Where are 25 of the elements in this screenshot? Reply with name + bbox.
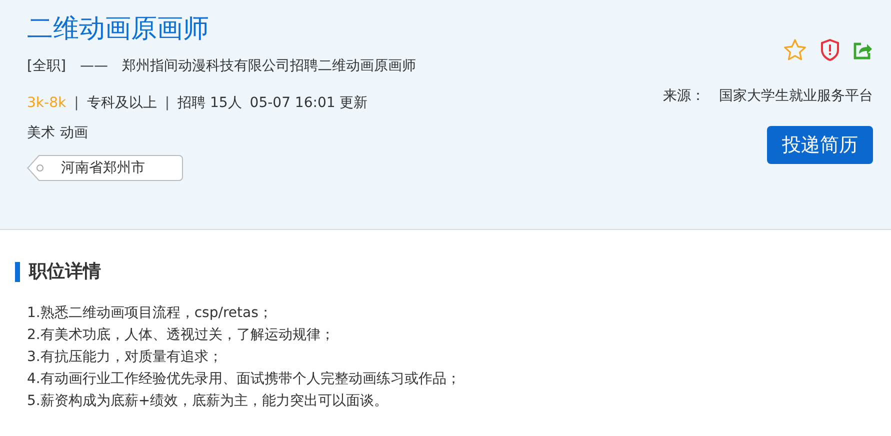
education: 专科及以上: [86, 94, 157, 113]
source-name: 国家大学生就业服务平台: [719, 87, 873, 106]
star-icon[interactable]: [783, 38, 807, 62]
job-headline: 郑州指间动漫科技有限公司招聘二维动画原画师: [122, 57, 416, 76]
share-icon[interactable]: [853, 40, 873, 60]
requirement-line: 1.熟悉二维动画项目流程，csp/retas；: [27, 304, 274, 323]
headcount: 招聘 15人: [178, 94, 242, 113]
job-tag: 动画: [60, 123, 88, 143]
update-time: 05-07 16:01 更新: [250, 94, 368, 113]
source-label: 来源：: [663, 87, 705, 106]
salary: 3k-8k: [27, 94, 66, 113]
divider: |: [164, 94, 170, 113]
requirement-line: 5.薪资构成为底薪+绩效，底薪为主，能力突出可以面谈。: [27, 392, 390, 411]
section-heading: 职位详情: [15, 262, 864, 282]
requirement-line: 2.有美术功底，人体、透视过关，了解运动规律；: [27, 326, 336, 345]
shield-warning-icon[interactable]: [820, 39, 840, 61]
location-tag: 河南省郑州市: [27, 155, 183, 181]
dash-separator: ——: [80, 57, 108, 76]
requirement-line: 3.有抗压能力，对质量有追求；: [27, 348, 224, 367]
employment-type: [全职]: [27, 57, 66, 76]
job-title: 二维动画原画师: [27, 13, 209, 46]
requirement-line: 4.有动画行业工作经验优先录用、面试携带个人完整动画练习或作品；: [27, 370, 462, 389]
job-tag: 美术: [27, 123, 55, 143]
apply-button[interactable]: 投递简历: [767, 126, 873, 164]
divider: |: [74, 94, 79, 113]
